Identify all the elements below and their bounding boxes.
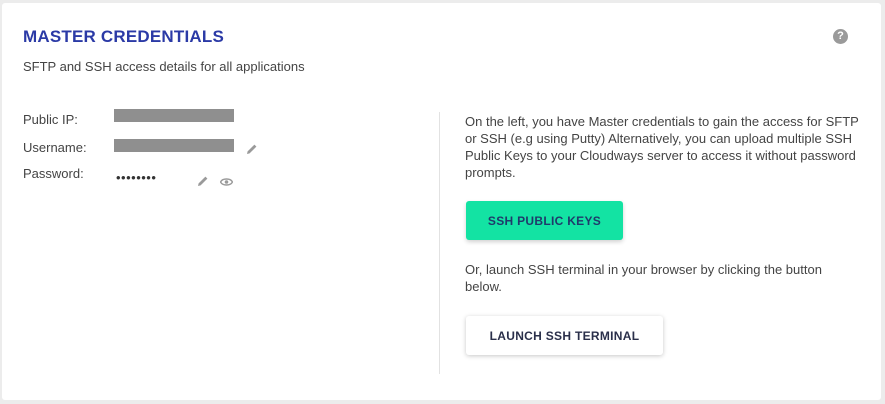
show-password-eye-icon[interactable] bbox=[220, 177, 233, 187]
username-value-redacted bbox=[114, 139, 234, 152]
help-icon[interactable]: ? bbox=[833, 29, 848, 44]
card-title: MASTER CREDENTIALS bbox=[23, 27, 224, 46]
edit-password-pencil-icon[interactable] bbox=[197, 175, 209, 187]
password-label: Password: bbox=[23, 166, 84, 181]
vertical-divider bbox=[439, 112, 440, 374]
card-subtitle: SFTP and SSH access details for all appl… bbox=[23, 59, 305, 74]
public-ip-label: Public IP: bbox=[23, 112, 78, 127]
password-masked-value: •••••••• bbox=[116, 170, 157, 185]
edit-username-pencil-icon[interactable] bbox=[246, 143, 258, 155]
username-label: Username: bbox=[23, 140, 87, 155]
launch-terminal-info-text: Or, launch SSH terminal in your browser … bbox=[465, 262, 822, 294]
launch-ssh-terminal-button[interactable]: LAUNCH SSH TERMINAL bbox=[466, 316, 663, 355]
ssh-public-keys-button[interactable]: SSH PUBLIC KEYS bbox=[466, 201, 623, 240]
ssh-info-text: On the left, you have Master credentials… bbox=[465, 114, 859, 180]
public-ip-value-redacted bbox=[114, 109, 234, 122]
